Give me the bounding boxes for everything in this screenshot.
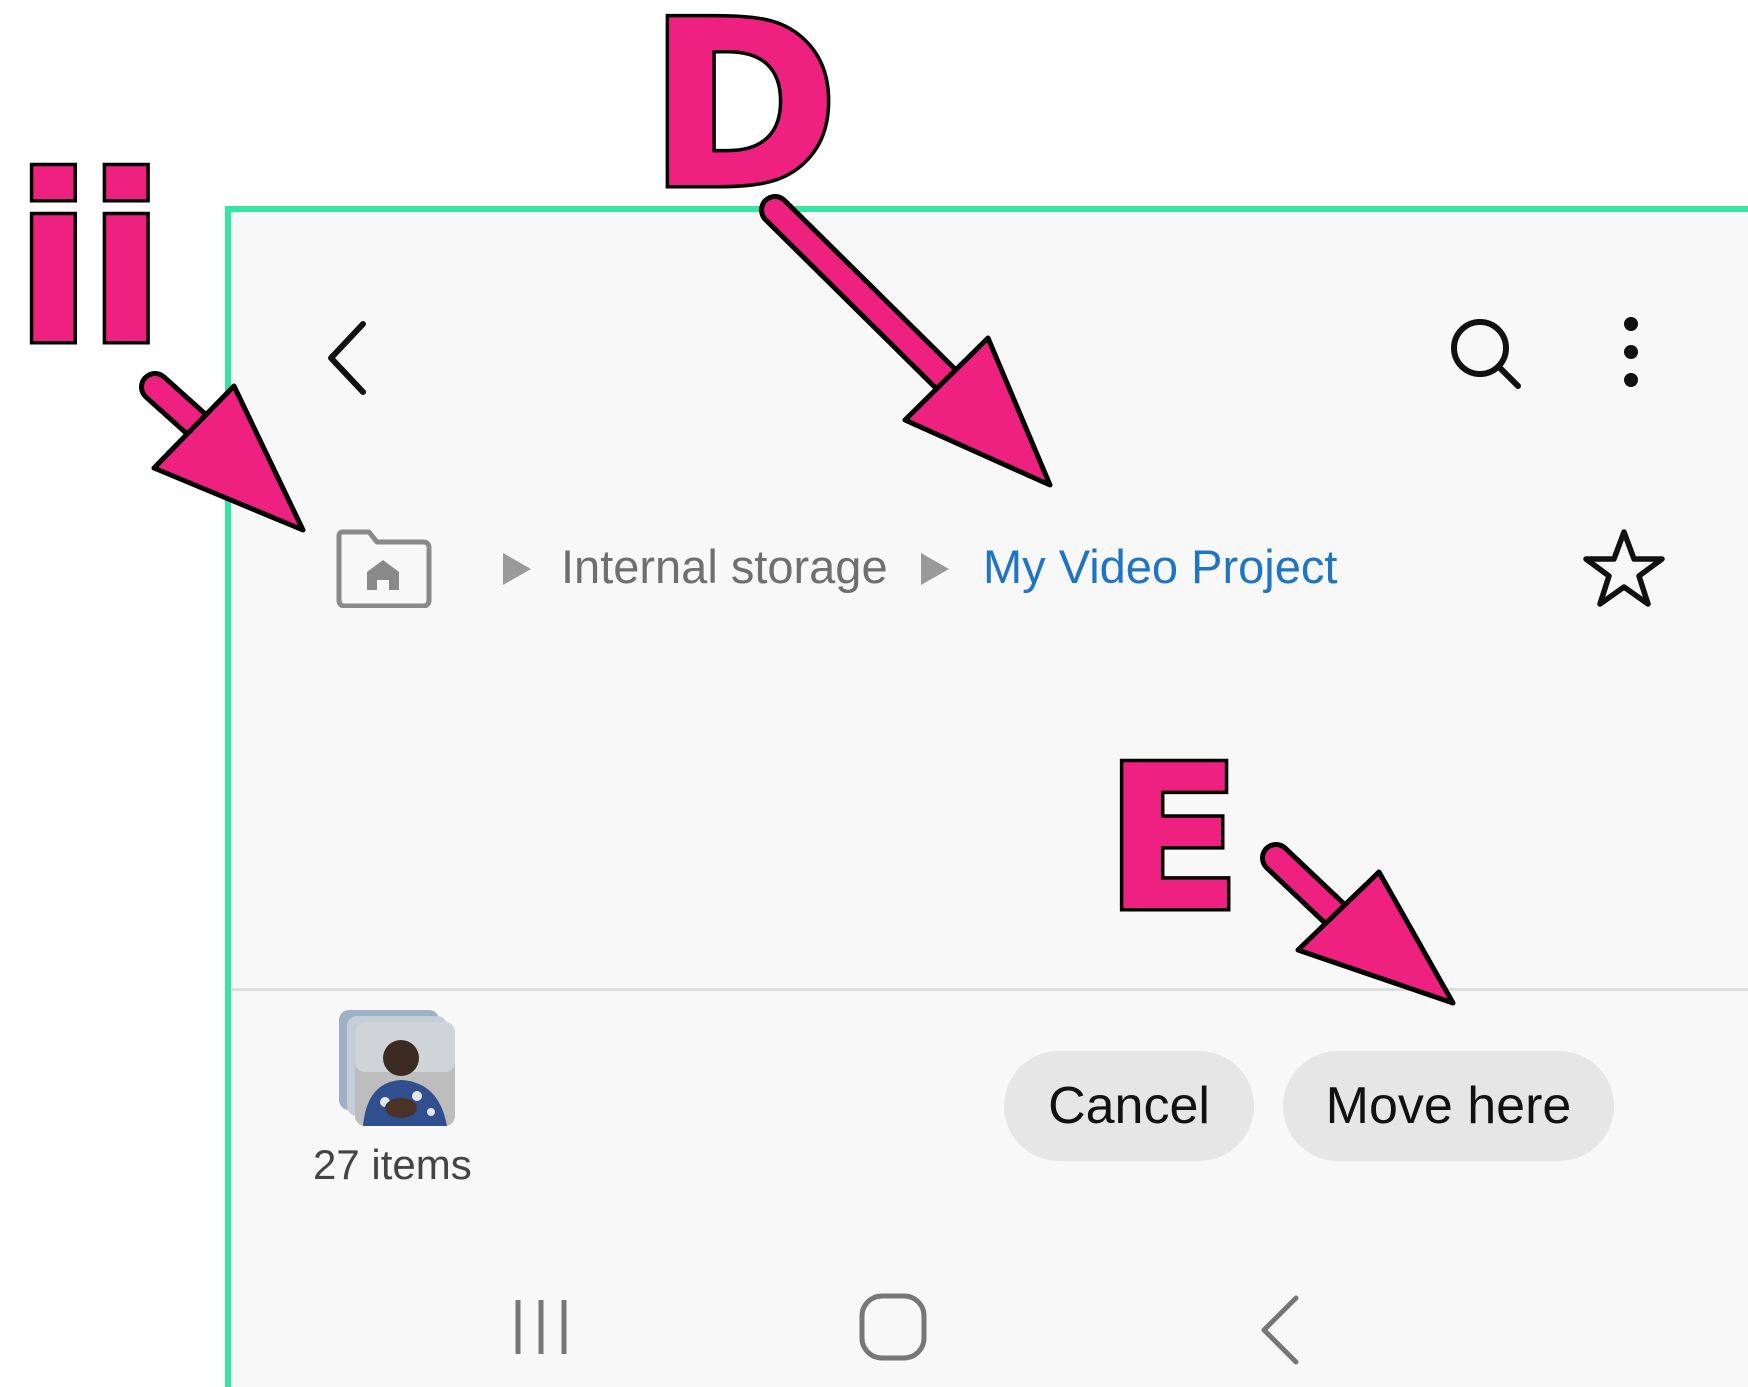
breadcrumb-item-current[interactable]: My Video Project xyxy=(983,539,1337,594)
favorite-button[interactable] xyxy=(1581,526,1667,610)
move-here-button[interactable]: Move here xyxy=(1283,1051,1614,1161)
back-button[interactable] xyxy=(321,312,381,402)
file-manager-screen: Internal storage My Video Project 27 ite… xyxy=(225,206,1748,1387)
nav-home-button[interactable] xyxy=(856,1290,930,1364)
breadcrumb-separator-icon xyxy=(917,549,953,594)
photo-thumbnail-image xyxy=(355,1022,455,1126)
home-folder-icon xyxy=(336,529,432,609)
nav-recents-button[interactable] xyxy=(506,1292,576,1362)
items-count: 27 items xyxy=(313,1141,472,1188)
breadcrumb: Internal storage My Video Project xyxy=(231,512,1748,622)
annotation-label-d: D xyxy=(645,0,843,240)
more-vertical-icon xyxy=(1624,317,1638,387)
annotation-label-e: E xyxy=(1102,723,1246,956)
annotation-label-ii: ii xyxy=(11,129,170,396)
bottom-bar-divider xyxy=(231,988,1748,991)
home-circle-icon xyxy=(859,1293,927,1361)
breadcrumb-item-internal-storage[interactable]: Internal storage xyxy=(561,539,888,594)
search-icon xyxy=(1451,319,1521,389)
chevron-left-icon xyxy=(328,321,366,395)
more-options-button[interactable] xyxy=(1611,312,1651,392)
search-button[interactable] xyxy=(1446,314,1526,394)
selected-items-thumbnail xyxy=(339,1010,459,1130)
nav-back-button[interactable] xyxy=(1256,1290,1306,1370)
breadcrumb-home-button[interactable] xyxy=(333,528,433,609)
nav-back-icon xyxy=(1261,1295,1299,1365)
recents-icon xyxy=(515,1300,567,1354)
cancel-button[interactable]: Cancel xyxy=(1004,1051,1254,1161)
star-outline-icon xyxy=(1583,529,1665,607)
breadcrumb-separator-icon xyxy=(499,549,535,594)
